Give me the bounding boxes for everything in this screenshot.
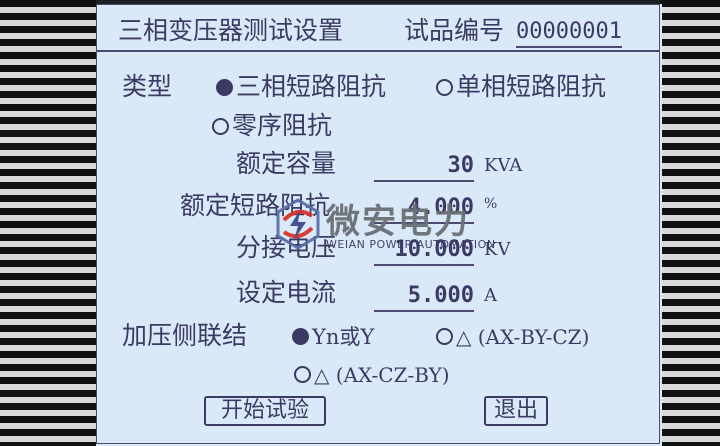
device-bezel-left — [0, 0, 96, 446]
radio-selected-icon — [216, 79, 233, 96]
radio-selected-icon — [292, 328, 309, 345]
sample-number-field[interactable]: 00000001 — [516, 18, 622, 48]
sample-number-label: 试品编号 — [404, 16, 505, 45]
radio-empty-icon — [212, 118, 229, 135]
watermark-logo: 微安电力 WEIAN POWER AUTOMATION — [274, 192, 534, 264]
type-option-label: 单相短路阻抗 — [456, 72, 607, 101]
radio-empty-icon — [436, 328, 453, 345]
lightning-logo-icon — [276, 198, 320, 250]
connection-option-label: Yn或Y — [312, 325, 375, 349]
type-option-label: 零序阻抗 — [232, 111, 333, 140]
connection-option-label: △ (AX-BY-CZ) — [456, 325, 590, 349]
device-bezel-right — [660, 0, 720, 446]
radio-empty-icon — [436, 79, 453, 96]
set-current-label: 设定电流 — [236, 278, 337, 307]
connection-label: 加压侧联结 — [122, 321, 248, 350]
exit-button[interactable]: 退出 — [484, 396, 548, 426]
rated-capacity-unit: KVA — [484, 155, 523, 176]
lcd-screen: 三相变压器测试设置 试品编号 00000001 类型 三相短路阻抗 单相短路阻抗… — [96, 4, 662, 446]
radio-empty-icon — [294, 366, 311, 383]
watermark-title: 微安电力 — [326, 202, 470, 242]
rated-capacity-label: 额定容量 — [236, 149, 337, 178]
page-title: 三相变压器测试设置 — [118, 16, 344, 45]
set-current-unit: A — [484, 285, 497, 306]
set-current-input[interactable]: 5.000 — [374, 282, 474, 312]
type-option-label: 三相短路阻抗 — [236, 72, 387, 101]
watermark-subtitle: WEIAN POWER AUTOMATION — [326, 238, 496, 251]
type-label: 类型 — [122, 72, 173, 101]
header-divider — [96, 50, 660, 52]
rated-capacity-input[interactable]: 30 — [374, 152, 474, 182]
connection-option-label: △ (AX-CZ-BY) — [314, 363, 450, 387]
start-test-button[interactable]: 开始试验 — [204, 396, 326, 426]
